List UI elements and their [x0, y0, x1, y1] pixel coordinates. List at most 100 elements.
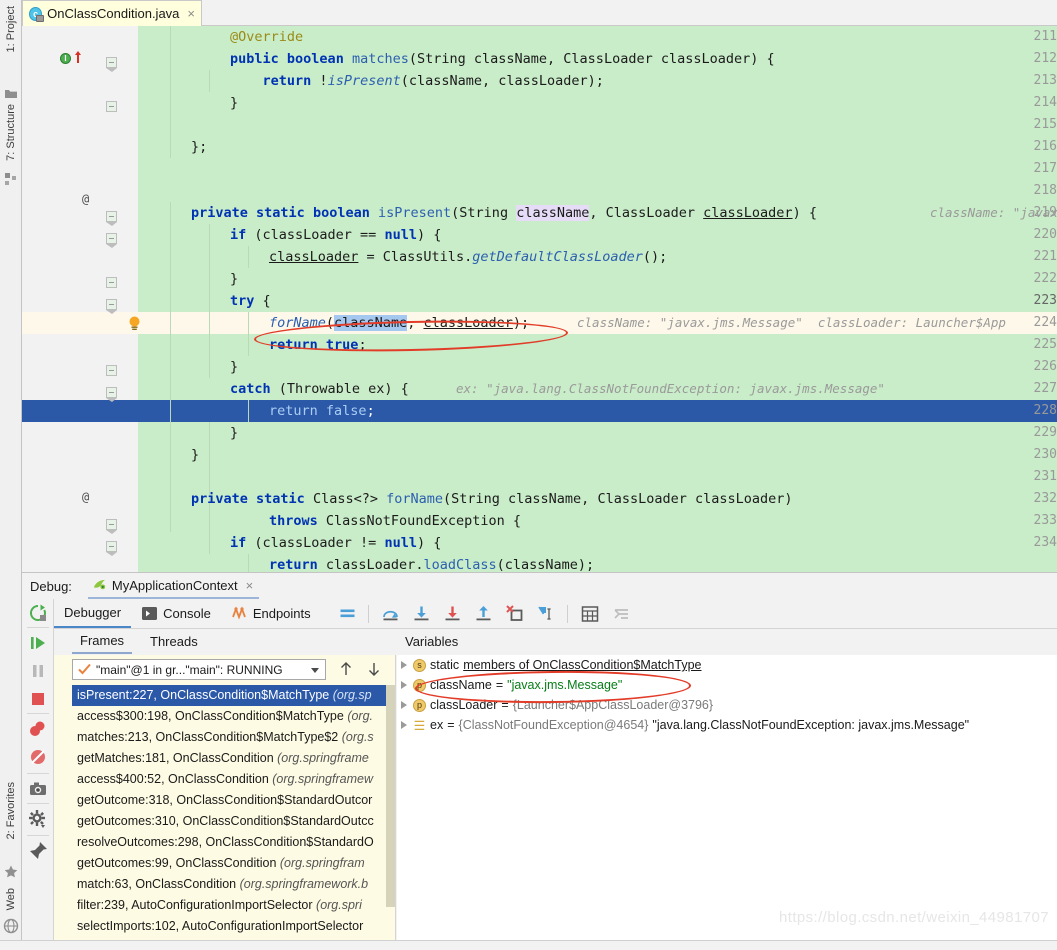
pin-tab-icon[interactable]: [28, 841, 48, 861]
editor-tab-onclasscondition[interactable]: c OnClassCondition.java ×: [22, 0, 202, 26]
fold-marker[interactable]: [106, 211, 117, 226]
tab-threads-label: Threads: [150, 634, 198, 649]
step-over-icon[interactable]: [382, 605, 399, 622]
line-number: 232: [1033, 491, 1057, 506]
force-step-into-icon[interactable]: [444, 605, 461, 622]
debug-label: Debug:: [30, 578, 72, 594]
frame-row[interactable]: access$300:198, OnClassCondition$MatchTy…: [72, 706, 395, 727]
editor-fold-column[interactable]: [138, 26, 160, 572]
line-number: 223: [1033, 293, 1057, 308]
static-badge-icon: s: [413, 658, 426, 672]
show-execution-point-icon[interactable]: [339, 605, 356, 622]
step-into-icon[interactable]: [413, 605, 430, 622]
frame-package: (org.: [347, 709, 374, 723]
frame-row[interactable]: access$400:52, OnClassCondition (org.spr…: [72, 769, 395, 790]
breakpoint-method-icon[interactable]: I: [60, 53, 71, 64]
tab-frames-label: Frames: [80, 633, 125, 648]
close-icon[interactable]: ×: [184, 7, 195, 20]
view-breakpoints-icon[interactable]: [28, 719, 48, 739]
fold-marker[interactable]: [106, 101, 117, 112]
chevron-down-icon[interactable]: [311, 668, 319, 673]
get-thread-dump-icon[interactable]: [28, 779, 48, 799]
tab-endpoints[interactable]: Endpoints: [221, 599, 321, 628]
chevron-right-icon[interactable]: [401, 721, 407, 729]
line-number: 226: [1033, 359, 1057, 374]
evaluate-expression-icon[interactable]: [581, 605, 599, 623]
tab-debugger[interactable]: Debugger: [54, 599, 132, 628]
settings-icon[interactable]: [28, 809, 48, 829]
variables-pane[interactable]: s static members of OnClassCondition$Mat…: [397, 655, 1057, 950]
arrow-up-icon[interactable]: [338, 661, 354, 677]
structure-icon: [5, 173, 16, 185]
arrow-down-icon[interactable]: [366, 661, 382, 677]
fold-marker[interactable]: [106, 57, 117, 72]
fold-marker[interactable]: [106, 277, 117, 288]
fold-marker[interactable]: [106, 365, 117, 376]
variable-row-classloader[interactable]: p classLoader = {Launcher$AppClassLoader…: [397, 695, 1057, 715]
line-number: 230: [1033, 447, 1057, 462]
status-bar: [0, 940, 1057, 950]
sidebar-item-favorites[interactable]: 2: Favorites: [0, 782, 22, 839]
frame-method: isPresent:227,: [77, 688, 161, 702]
debug-header: Debug: MyApplicationContext ×: [22, 573, 1057, 599]
frame-row[interactable]: selectImports:102, AutoConfigurationImpo…: [72, 916, 395, 937]
frame-row[interactable]: matches:213, OnClassCondition$MatchType$…: [72, 727, 395, 748]
mute-breakpoints-icon[interactable]: [28, 747, 48, 767]
frame-package: (org.sp: [332, 688, 372, 702]
thread-selector[interactable]: "main"@1 in gr..."main": RUNNING: [72, 659, 326, 680]
frame-row[interactable]: filter:239, AutoConfigurationImportSelec…: [72, 895, 395, 916]
debug-session-tab[interactable]: MyApplicationContext ×: [87, 573, 260, 599]
frames-vertical-scrollbar[interactable]: [386, 685, 395, 950]
frame-row[interactable]: resolveOutcomes:298, OnClassCondition$St…: [72, 832, 395, 853]
sidebar-item-project[interactable]: 1: Project: [0, 6, 22, 52]
variable-name: ex: [430, 718, 444, 732]
frames-pane[interactable]: "main"@1 in gr..."main": RUNNING isPrese…: [54, 655, 396, 950]
field-badge-icon: p: [413, 698, 426, 712]
resume-program-icon[interactable]: [28, 633, 48, 653]
frame-method: getOutcomes:310,: [77, 814, 183, 828]
frame-row[interactable]: match:63, OnClassCondition (org.springfr…: [72, 874, 395, 895]
frame-row[interactable]: isPresent:227, OnClassCondition$MatchTyp…: [72, 685, 395, 706]
run-to-cursor-icon[interactable]: [537, 605, 554, 622]
frame-method: access$300:198,: [77, 709, 175, 723]
frame-package: (org.springfram: [279, 856, 365, 870]
tab-variables-label: Variables: [405, 634, 459, 649]
chevron-right-icon[interactable]: [401, 681, 407, 689]
frame-row[interactable]: getOutcome:318, OnClassCondition$Standar…: [72, 790, 395, 811]
intention-bulb-icon[interactable]: [128, 316, 141, 331]
rerun-icon[interactable]: [28, 603, 48, 623]
fold-marker[interactable]: [106, 233, 117, 248]
tab-variables[interactable]: Variables: [397, 629, 466, 654]
frame-row[interactable]: getOutcomes:310, OnClassCondition$Standa…: [72, 811, 395, 832]
frame-row[interactable]: getMatches:181, OnClassCondition (org.sp…: [72, 748, 395, 769]
code-editor[interactable]: 211 212 213 214 215 216 217 218 219 220 …: [22, 26, 1057, 572]
mute-breakpoints-icon[interactable]: [613, 605, 630, 622]
tab-frames[interactable]: Frames: [72, 629, 133, 654]
frame-row[interactable]: getOutcomes:99, OnClassCondition (org.sp…: [72, 853, 395, 874]
pause-program-icon[interactable]: [28, 661, 48, 681]
editor-gutter[interactable]: [22, 26, 138, 572]
sidebar-item-web[interactable]: Web: [0, 888, 22, 910]
sidebar-item-structure[interactable]: 7: Structure: [0, 104, 22, 161]
scrollbar-thumb[interactable]: [386, 685, 395, 907]
chevron-right-icon[interactable]: [401, 701, 407, 709]
tab-threads[interactable]: Threads: [142, 629, 206, 654]
debug-panes-header: Frames Threads Variables: [54, 629, 1057, 655]
chevron-right-icon[interactable]: [401, 661, 407, 669]
fold-marker[interactable]: [106, 519, 117, 534]
stop-icon[interactable]: [28, 689, 48, 709]
line-number: 231: [1033, 469, 1057, 484]
variable-row-classname[interactable]: p className = "javax.jms.Message": [397, 675, 1057, 695]
tab-console[interactable]: Console: [131, 599, 221, 628]
fold-marker[interactable]: [106, 299, 117, 314]
step-out-icon[interactable]: [475, 605, 492, 622]
fold-marker[interactable]: [106, 541, 117, 556]
endpoints-icon: [231, 606, 246, 620]
close-icon[interactable]: ×: [243, 579, 254, 592]
variable-row-static-members[interactable]: s static members of OnClassCondition$Mat…: [397, 655, 1057, 675]
variable-row-ex[interactable]: ☰ ex = {ClassNotFoundException@4654} "ja…: [397, 715, 1057, 735]
frames-list[interactable]: isPresent:227, OnClassCondition$MatchTyp…: [72, 685, 395, 950]
variable-name: classLoader: [430, 698, 498, 712]
drop-frame-icon[interactable]: [505, 605, 523, 622]
fold-marker[interactable]: [106, 387, 117, 402]
